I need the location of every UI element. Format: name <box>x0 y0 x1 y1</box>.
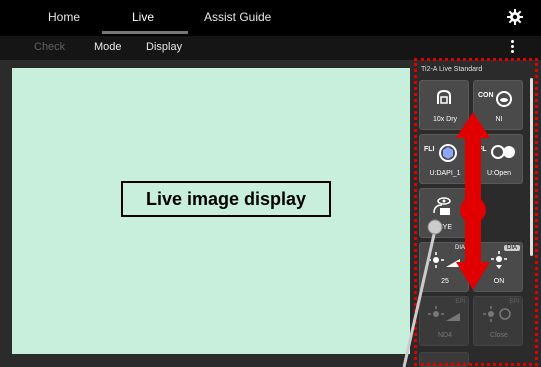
shutter-icon <box>491 145 515 159</box>
dia-lamp-button[interactable]: DIA ON <box>473 242 523 292</box>
epi-shutter-label: Close <box>490 332 508 339</box>
epi-nd-icon <box>428 306 460 321</box>
light-path-button[interactable]: EYE <box>419 188 469 238</box>
epi-shutter-button[interactable]: EPI Close <box>473 296 523 346</box>
objective-icon <box>437 89 451 104</box>
menu-check[interactable]: Check <box>34 41 65 53</box>
epi-shutter-icon <box>483 306 511 322</box>
filter-cube-button[interactable]: FLI U:DAPI_1 <box>419 134 469 184</box>
light-path-label: EYE <box>437 224 452 231</box>
tab-live[interactable]: Live <box>132 10 154 24</box>
live-image-label: Live image display <box>121 181 331 217</box>
next-tile-partial[interactable] <box>419 352 469 367</box>
light-path-icon <box>433 197 451 215</box>
dia-intensity-value: 25 <box>441 278 449 285</box>
dia-intensity-button[interactable]: DIA 25 <box>419 242 469 292</box>
menu-display[interactable]: Display <box>146 41 182 53</box>
tab-assist-guide[interactable]: Assist Guide <box>204 10 271 24</box>
tab-home[interactable]: Home <box>48 10 80 24</box>
kebab-menu-icon[interactable] <box>509 40 515 56</box>
epi-nd-button[interactable]: EPI ND4 <box>419 296 469 346</box>
filter-cube-icon <box>439 144 457 162</box>
epi-nd-label: ND4 <box>437 332 452 339</box>
panel-scrollbar[interactable] <box>530 78 533 256</box>
condenser-icon <box>496 91 512 107</box>
panel-title: Ti2-A Live Standard <box>421 66 483 73</box>
gear-icon[interactable] <box>507 9 523 25</box>
fl-shutter-button[interactable]: FL U:Open <box>473 134 523 184</box>
fl-shutter-label: U:Open <box>486 170 512 177</box>
dia-lamp-label: ON <box>493 278 505 285</box>
top-navigation-bar: Home Live Assist Guide <box>0 0 541 36</box>
filter-cube-label: U:DAPI_1 <box>429 170 461 177</box>
condenser-button[interactable]: CON NI <box>473 80 523 130</box>
condenser-label: NI <box>495 116 503 123</box>
sub-menu-bar: Check Mode Display <box>0 36 541 60</box>
active-tab-indicator <box>102 31 188 34</box>
dia-intensity-icon <box>428 252 460 268</box>
dia-lamp-icon <box>491 251 507 269</box>
menu-mode[interactable]: Mode <box>94 41 122 53</box>
objective-button[interactable]: 10x Dry <box>419 80 469 130</box>
objective-label: 10x Dry <box>432 116 458 123</box>
